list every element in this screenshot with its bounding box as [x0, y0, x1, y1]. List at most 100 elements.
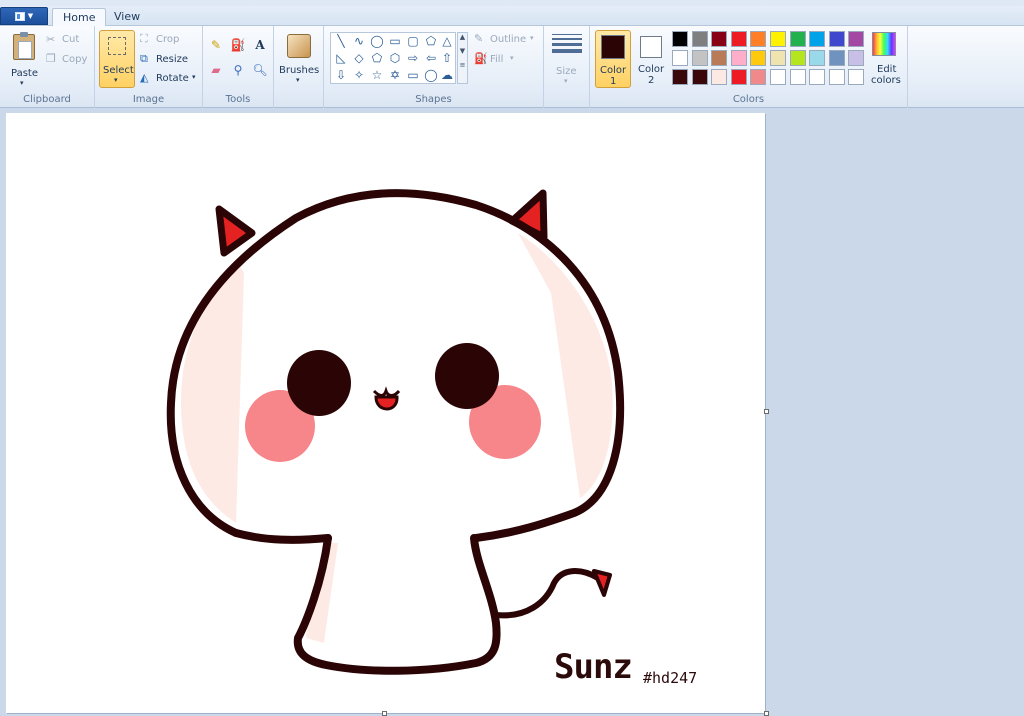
palette-swatch[interactable]: [750, 69, 767, 85]
fill-icon[interactable]: ⛽: [229, 36, 247, 54]
rotate-label: Rotate: [156, 73, 189, 84]
brushes-button[interactable]: Brushes ▾: [278, 30, 320, 88]
tab-home[interactable]: Home: [52, 8, 107, 27]
outline-button[interactable]: ✎ Outline ▾: [474, 32, 540, 48]
palette-swatch[interactable]: [809, 69, 826, 85]
up-arrow-shape-icon[interactable]: ⇧: [438, 50, 456, 67]
palette-swatch[interactable]: [750, 50, 767, 66]
palette-swatch[interactable]: [730, 31, 747, 47]
palette-swatch[interactable]: [691, 50, 708, 66]
palette-swatch[interactable]: [848, 50, 865, 66]
palette-swatch[interactable]: [672, 50, 688, 66]
color-palette: [672, 31, 868, 89]
palette-swatch[interactable]: [730, 50, 747, 66]
palette-swatch[interactable]: [809, 50, 826, 66]
diamond-shape-icon[interactable]: ◇: [350, 50, 368, 67]
callout-rect-shape-icon[interactable]: ▭: [404, 67, 422, 84]
rectangle-shape-icon[interactable]: ▭: [386, 33, 404, 50]
palette-swatch[interactable]: [691, 69, 708, 85]
palette-swatch[interactable]: [770, 31, 786, 47]
tail: [493, 568, 601, 619]
rotate-button[interactable]: ◭ Rotate ▾: [140, 71, 200, 87]
palette-swatch[interactable]: [828, 69, 845, 85]
palette-swatch[interactable]: [730, 69, 747, 85]
pentagon-shape-icon[interactable]: ⬠: [368, 50, 386, 67]
rounded-rect-shape-icon[interactable]: ▢: [404, 33, 422, 50]
image-group-label: Image: [132, 94, 165, 105]
four-point-star-shape-icon[interactable]: ✧: [350, 67, 368, 84]
chevron-down-icon: ▼: [27, 12, 34, 20]
chevron-down-icon: ▾: [530, 34, 534, 42]
palette-swatch[interactable]: [711, 69, 728, 85]
palette-swatch[interactable]: [711, 50, 728, 66]
shapes-gallery[interactable]: ╲ ∿ ◯ ▭ ▢ ⬠ △ ◺ ◇ ⬠ ⬡ ⇨ ⇦ ⇧ ⇩ ✧ ☆ ✡ ▭ ◯ …: [330, 32, 456, 84]
chevron-up-icon[interactable]: ▲: [458, 33, 467, 41]
palette-swatch[interactable]: [848, 31, 865, 47]
oval-shape-icon[interactable]: ◯: [368, 33, 386, 50]
palette-swatch[interactable]: [789, 69, 806, 85]
resize-button[interactable]: ⧉ Resize: [140, 52, 198, 68]
edit-colors-button[interactable]: Edit colors: [870, 30, 904, 88]
curve-shape-icon[interactable]: ∿: [350, 33, 368, 50]
paste-button[interactable]: Paste ▾: [6, 30, 42, 88]
palette-swatch[interactable]: [809, 31, 826, 47]
palette-swatch[interactable]: [789, 50, 806, 66]
crop-button[interactable]: ⛶ Crop: [140, 32, 198, 48]
pencil-icon[interactable]: ✎: [207, 36, 225, 54]
five-point-star-shape-icon[interactable]: ☆: [368, 67, 386, 84]
tools-group: ✎ ⛽ A ▰ ⚲ 🔍︎ Tools: [203, 26, 274, 108]
palette-swatch[interactable]: [770, 69, 786, 85]
six-point-star-shape-icon[interactable]: ✡: [386, 67, 404, 84]
canvas-resize-handle-corner[interactable]: [764, 711, 769, 716]
palette-swatch[interactable]: [691, 31, 708, 47]
size-group: Size ▾: [544, 26, 590, 108]
palette-swatch[interactable]: [672, 31, 688, 47]
outline-label: Outline: [490, 34, 527, 45]
color1-button[interactable]: Color 1: [595, 30, 631, 88]
line-shape-icon[interactable]: ╲: [332, 33, 350, 50]
palette-swatch[interactable]: [672, 69, 688, 85]
right-triangle-shape-icon[interactable]: ◺: [332, 50, 350, 67]
triangle-shape-icon[interactable]: △: [438, 33, 456, 50]
ribbon: Paste ▾ ✂ Cut ❐ Copy Clipboard Select ▾ …: [0, 26, 1024, 108]
palette-swatch[interactable]: [711, 31, 728, 47]
copy-button[interactable]: ❐ Copy: [46, 52, 90, 68]
color2-swatch: [640, 36, 662, 58]
shapes-gallery-scroll[interactable]: ▲ ▼ ≡: [457, 32, 468, 84]
cut-button[interactable]: ✂ Cut: [46, 32, 90, 48]
tab-view[interactable]: View: [104, 8, 150, 27]
shapes-group: ╲ ∿ ◯ ▭ ▢ ⬠ △ ◺ ◇ ⬠ ⬡ ⇨ ⇦ ⇧ ⇩ ✧ ☆ ✡ ▭ ◯ …: [324, 26, 544, 108]
callout-cloud-shape-icon[interactable]: ☁: [438, 67, 456, 84]
fill-button[interactable]: ⛽ Fill ▾: [474, 52, 540, 68]
palette-swatch[interactable]: [770, 50, 786, 66]
scissors-icon: ✂: [46, 33, 56, 46]
colors-group-label: Colors: [732, 94, 765, 105]
paint-menu-button[interactable]: ▼: [0, 7, 48, 25]
magnifier-icon[interactable]: 🔍︎: [251, 61, 269, 79]
palette-swatch[interactable]: [828, 31, 845, 47]
right-eye: [435, 343, 499, 409]
canvas-resize-handle-bottom[interactable]: [382, 711, 387, 716]
color2-button[interactable]: Color 2: [636, 30, 668, 88]
right-arrow-shape-icon[interactable]: ⇨: [404, 50, 422, 67]
chevron-down-icon[interactable]: ▼: [458, 47, 467, 55]
palette-swatch[interactable]: [828, 50, 845, 66]
eraser-icon[interactable]: ▰: [207, 61, 225, 79]
down-arrow-shape-icon[interactable]: ⇩: [332, 67, 350, 84]
crop-label: Crop: [156, 34, 180, 45]
color-picker-icon[interactable]: ⚲: [229, 61, 247, 79]
expand-gallery-icon[interactable]: ≡: [458, 61, 467, 69]
palette-swatch[interactable]: [848, 69, 865, 85]
palette-swatch[interactable]: [789, 31, 806, 47]
hexagon-shape-icon[interactable]: ⬡: [386, 50, 404, 67]
edit-colors-label-2: colors: [871, 75, 901, 86]
canvas-resize-handle-right[interactable]: [764, 409, 769, 414]
size-button[interactable]: Size ▾: [548, 30, 586, 88]
crop-icon: ⛶: [140, 32, 148, 45]
palette-swatch[interactable]: [750, 31, 767, 47]
select-button[interactable]: Select ▾: [99, 30, 135, 88]
tongue: [374, 395, 399, 411]
copy-label: Copy: [62, 54, 88, 65]
drawing-canvas[interactable]: Sunz #hd247: [6, 113, 765, 713]
text-icon[interactable]: A: [251, 36, 269, 54]
